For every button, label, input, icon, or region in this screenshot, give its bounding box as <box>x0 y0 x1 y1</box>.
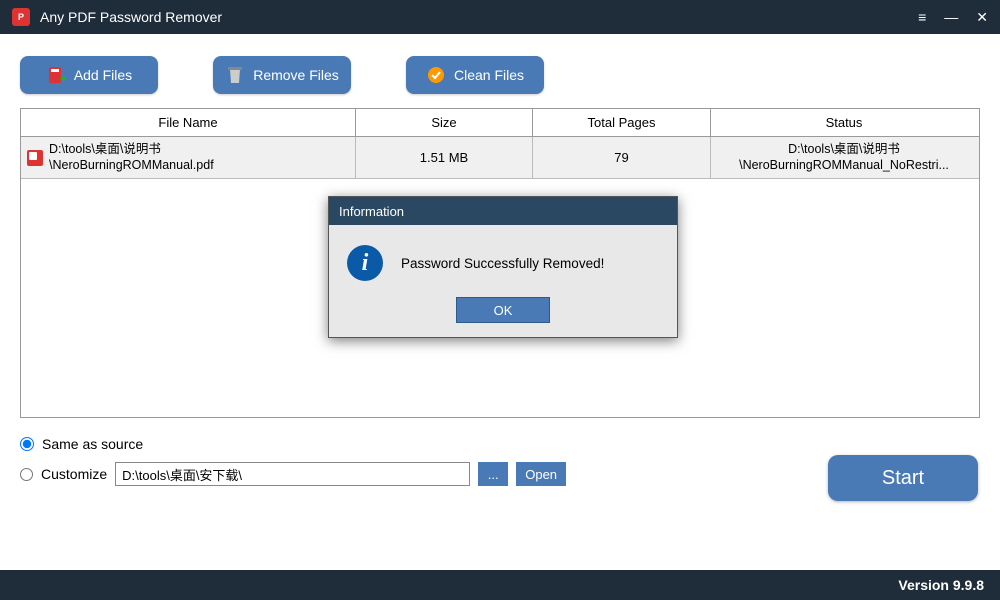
svg-text:+: + <box>60 72 66 85</box>
header-size: Size <box>356 109 533 136</box>
toolbar: + Add Files Remove Files Clean Files <box>0 34 1000 108</box>
header-filename: File Name <box>21 109 356 136</box>
same-as-source-label: Same as source <box>42 436 143 452</box>
remove-files-button[interactable]: Remove Files <box>213 56 351 94</box>
trash-icon <box>225 65 245 85</box>
table-header: File Name Size Total Pages Status <box>21 109 979 137</box>
info-dialog: Information i Password Successfully Remo… <box>328 196 678 338</box>
open-button[interactable]: Open <box>516 462 566 486</box>
clean-icon <box>426 65 446 85</box>
header-pages: Total Pages <box>533 109 711 136</box>
app-title: Any PDF Password Remover <box>40 9 918 25</box>
cell-pages: 79 <box>533 137 711 178</box>
remove-files-label: Remove Files <box>253 67 339 83</box>
cell-filename: D:\tools\桌面\说明书 \NeroBurningROMManual.pd… <box>21 137 356 178</box>
browse-button[interactable]: ... <box>478 462 508 486</box>
clean-files-button[interactable]: Clean Files <box>406 56 544 94</box>
menu-icon[interactable]: ≡ <box>918 9 926 25</box>
header-status: Status <box>711 109 977 136</box>
dialog-message: Password Successfully Removed! <box>401 256 604 271</box>
output-path-input[interactable] <box>115 462 470 486</box>
ok-button[interactable]: OK <box>456 297 550 323</box>
window-controls: ≡ — ✕ <box>918 9 988 26</box>
add-files-button[interactable]: + Add Files <box>20 56 158 94</box>
pdf-file-icon <box>27 150 43 166</box>
add-files-icon: + <box>46 65 66 85</box>
version-label: Version 9.9.8 <box>898 577 984 593</box>
customize-radio[interactable] <box>20 468 33 481</box>
customize-label: Customize <box>41 466 107 482</box>
cell-status: D:\tools\桌面\说明书 \NeroBurningROMManual_No… <box>711 137 977 178</box>
same-as-source-row[interactable]: Same as source <box>20 436 980 452</box>
same-as-source-radio[interactable] <box>20 437 34 451</box>
add-files-label: Add Files <box>74 67 132 83</box>
clean-files-label: Clean Files <box>454 67 524 83</box>
close-icon[interactable]: ✕ <box>976 9 988 26</box>
dialog-title: Information <box>329 197 677 225</box>
statusbar: Version 9.9.8 <box>0 570 1000 600</box>
cell-size: 1.51 MB <box>356 137 533 178</box>
titlebar: P Any PDF Password Remover ≡ — ✕ <box>0 0 1000 34</box>
minimize-icon[interactable]: — <box>944 9 958 25</box>
app-icon: P <box>12 8 30 26</box>
info-icon: i <box>347 245 383 281</box>
start-button[interactable]: Start <box>828 455 978 501</box>
table-row[interactable]: D:\tools\桌面\说明书 \NeroBurningROMManual.pd… <box>21 137 979 179</box>
